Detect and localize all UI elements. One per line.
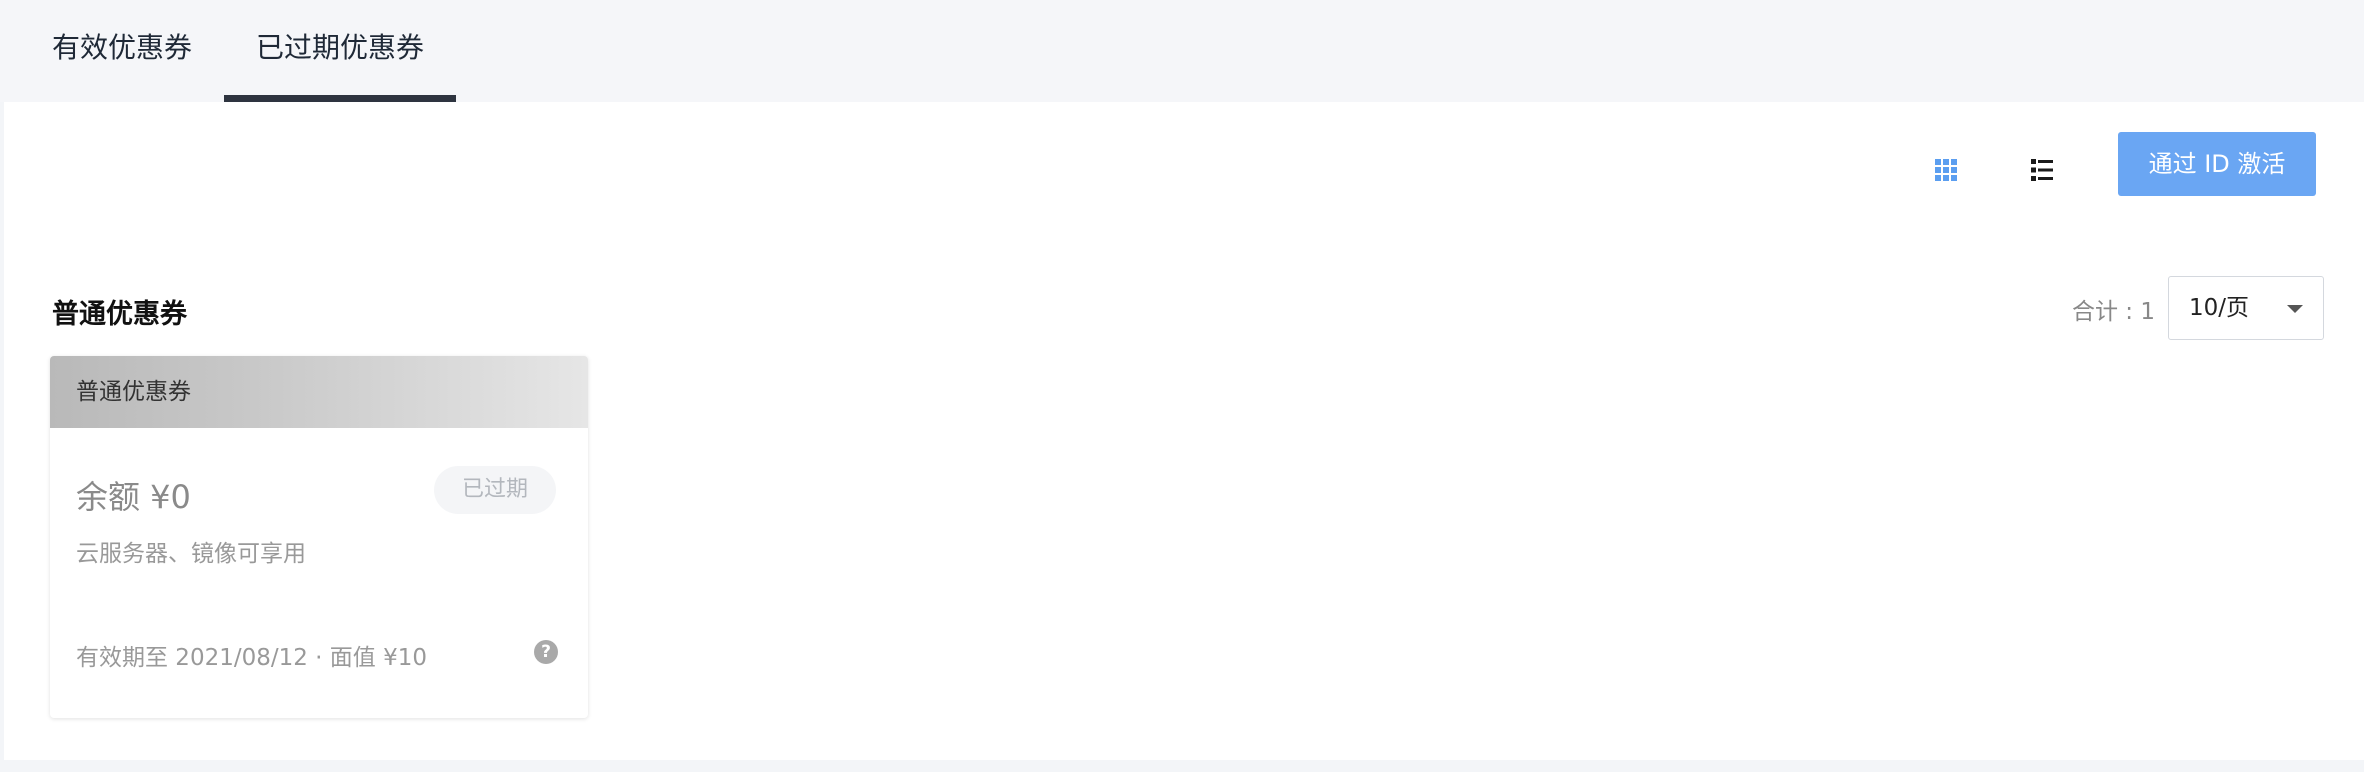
list-icon — [2031, 159, 2053, 181]
coupon-card[interactable]: 普通优惠券 余额 ¥0 已过期 云服务器、镜像可享用 有效期至 2021/08/… — [50, 356, 588, 718]
coupon-balance: 余额 ¥0 — [76, 478, 191, 516]
total-count: 合计 : 1 — [2072, 299, 2156, 325]
section-title: 普通优惠券 — [52, 299, 187, 330]
status-badge: 已过期 — [434, 466, 556, 514]
coupon-card-header: 普通优惠券 — [50, 356, 588, 428]
page: 有效优惠券 已过期优惠券 通过 ID 激活 普通优惠券 合计: 1 10/页 … — [0, 0, 2364, 772]
grid-icon — [1935, 159, 1957, 181]
grid-view-button[interactable] — [1926, 150, 1966, 190]
coupon-scope: 云服务器、镜像可享用 — [76, 541, 306, 567]
caret-down-icon — [2287, 305, 2303, 313]
active-tab-indicator — [224, 95, 456, 102]
coupon-validity: 有效期至 2021/08/12 · 面值 ¥10 — [76, 645, 428, 671]
coupon-type-label: 普通优惠券 — [76, 379, 191, 405]
activate-by-id-button[interactable]: 通过 ID 激活 — [2118, 132, 2316, 196]
list-view-button[interactable] — [2022, 150, 2062, 190]
page-size-select[interactable]: 10/页 — [2168, 276, 2324, 340]
page-size-value: 10/页 — [2189, 295, 2250, 321]
tab-expired-coupons[interactable]: 已过期优惠券 — [256, 0, 424, 102]
main-panel: 通过 ID 激活 普通优惠券 合计 : 1 10/页 普通优惠券 余额 ¥0 已… — [4, 102, 2364, 760]
tab-bar: 有效优惠券 已过期优惠券 — [0, 0, 2364, 102]
help-icon[interactable]: ? — [534, 640, 558, 664]
tab-valid-coupons[interactable]: 有效优惠券 — [52, 0, 192, 102]
